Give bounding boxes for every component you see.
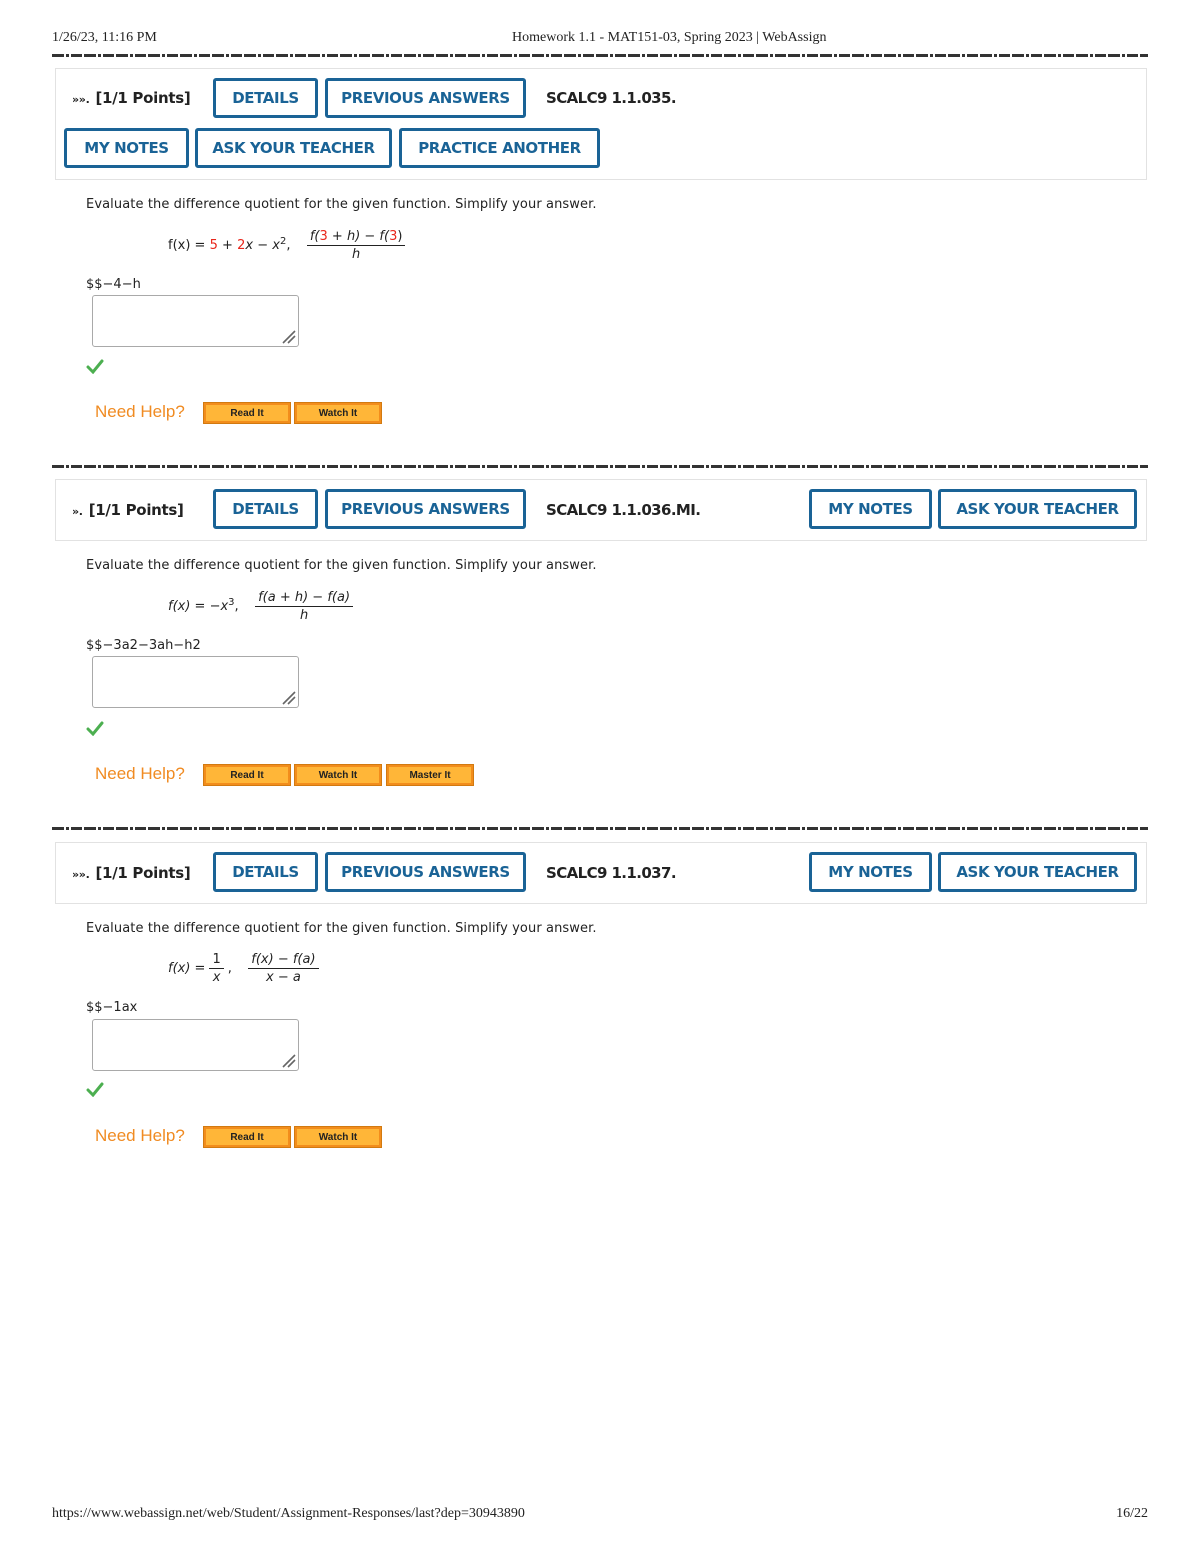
- question-prompt: Evaluate the difference quotient for the…: [86, 921, 597, 936]
- question-marker: »».: [72, 93, 90, 106]
- function-expression: f(x) = 5 + 2x − x2, f(3 + h) − f(3) h: [168, 229, 409, 262]
- check-icon: [86, 1082, 104, 1097]
- question-separator: [52, 465, 1148, 468]
- my-notes-button[interactable]: MY NOTES: [64, 128, 189, 168]
- question-prompt: Evaluate the difference quotient for the…: [86, 558, 597, 573]
- ask-your-teacher-button[interactable]: ASK YOUR TEACHER: [938, 489, 1137, 529]
- page-separator: [52, 54, 1148, 57]
- function-expression: f(x) = 1 x , f(x) − f(a) x − a: [168, 952, 323, 985]
- ask-your-teacher-button[interactable]: ASK YOUR TEACHER: [195, 128, 392, 168]
- previous-answers-button[interactable]: PREVIOUS ANSWERS: [325, 489, 526, 529]
- page-url: https://www.webassign.net/web/Student/As…: [52, 1506, 525, 1521]
- details-button[interactable]: DETAILS: [213, 489, 318, 529]
- watch-it-button[interactable]: Watch It: [294, 764, 382, 786]
- question-code: SCALC9 1.1.036.MI.: [546, 501, 701, 519]
- read-it-button[interactable]: Read It: [203, 402, 291, 424]
- question-code: SCALC9 1.1.035.: [546, 89, 677, 107]
- function-fraction: 1 x: [209, 952, 224, 985]
- difference-quotient: f(a + h) − f(a) h: [255, 590, 354, 623]
- page-number: 16/22: [1116, 1506, 1148, 1521]
- check-icon: [86, 359, 104, 374]
- difference-quotient: f(3 + h) − f(3) h: [306, 229, 406, 262]
- difference-quotient: f(x) − f(a) x − a: [248, 952, 319, 985]
- question-1-points: »». [1/1 Points]: [72, 89, 191, 107]
- my-notes-button[interactable]: MY NOTES: [809, 852, 932, 892]
- function-expression: f(x) = −x 3, f(a + h) − f(a) h: [168, 590, 357, 623]
- resize-grip-icon[interactable]: [280, 328, 296, 344]
- answer-label: $$−4−h: [86, 277, 141, 292]
- answer-input[interactable]: [92, 295, 299, 347]
- resize-grip-icon[interactable]: [280, 689, 296, 705]
- answer-input[interactable]: [92, 656, 299, 708]
- watch-it-button[interactable]: Watch It: [294, 402, 382, 424]
- answer-label: $$−3a2−3ah−h2: [86, 638, 201, 653]
- question-2-points: ». [1/1 Points]: [72, 501, 184, 519]
- read-it-button[interactable]: Read It: [203, 764, 291, 786]
- my-notes-button[interactable]: MY NOTES: [809, 489, 932, 529]
- check-icon: [86, 721, 104, 736]
- practice-another-button[interactable]: PRACTICE ANOTHER: [399, 128, 600, 168]
- print-datetime: 1/26/23, 11:16 PM: [52, 30, 157, 45]
- question-prompt: Evaluate the difference quotient for the…: [86, 197, 597, 212]
- watch-it-button[interactable]: Watch It: [294, 1126, 382, 1148]
- print-page-title: Homework 1.1 - MAT151-03, Spring 2023 | …: [512, 30, 827, 45]
- need-help-label: Need Help?: [95, 1126, 185, 1145]
- answer-input[interactable]: [92, 1019, 299, 1071]
- previous-answers-button[interactable]: PREVIOUS ANSWERS: [325, 78, 526, 118]
- details-button[interactable]: DETAILS: [213, 78, 318, 118]
- question-marker: ».: [72, 505, 83, 518]
- question-separator: [52, 827, 1148, 830]
- question-3-points: »». [1/1 Points]: [72, 864, 191, 882]
- details-button[interactable]: DETAILS: [213, 852, 318, 892]
- master-it-button[interactable]: Master It: [386, 764, 474, 786]
- question-marker: »».: [72, 868, 90, 881]
- print-header: 1/26/23, 11:16 PM Homework 1.1 - MAT151-…: [52, 30, 1148, 50]
- question-code: SCALC9 1.1.037.: [546, 864, 677, 882]
- ask-your-teacher-button[interactable]: ASK YOUR TEACHER: [938, 852, 1137, 892]
- print-footer: https://www.webassign.net/web/Student/As…: [52, 1506, 1148, 1526]
- need-help-label: Need Help?: [95, 402, 185, 421]
- resize-grip-icon[interactable]: [280, 1052, 296, 1068]
- read-it-button[interactable]: Read It: [203, 1126, 291, 1148]
- previous-answers-button[interactable]: PREVIOUS ANSWERS: [325, 852, 526, 892]
- answer-label: $$−1ax: [86, 1000, 138, 1015]
- need-help-label: Need Help?: [95, 764, 185, 783]
